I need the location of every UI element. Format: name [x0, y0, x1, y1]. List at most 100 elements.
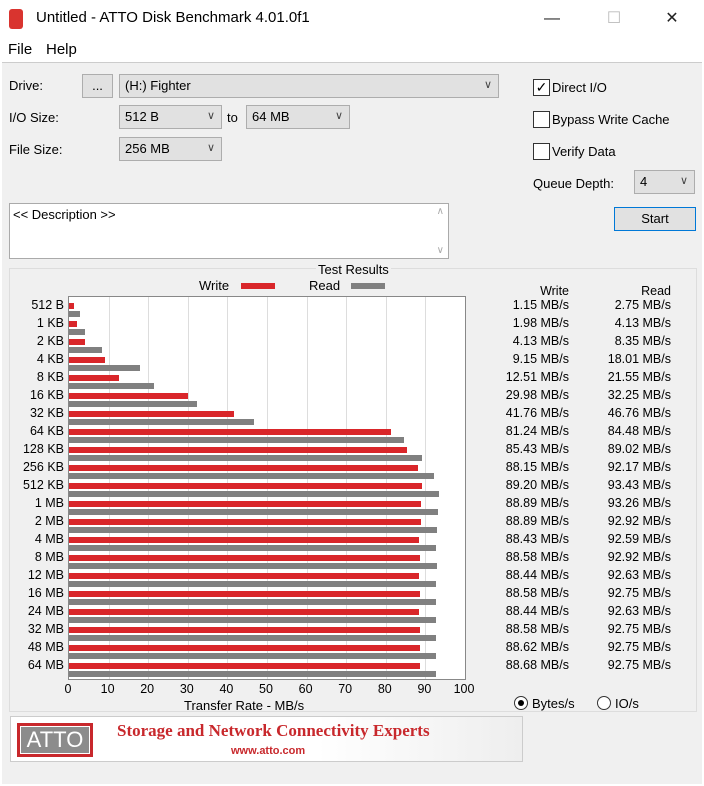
io-radio[interactable]: [597, 696, 611, 710]
queue-depth-label: Queue Depth:: [533, 176, 614, 191]
io-size-row-label: 2 KB: [36, 334, 64, 348]
file-size-label: File Size:: [9, 142, 63, 157]
x-axis-label: Transfer Rate - MB/s: [184, 698, 305, 713]
atto-logo: ATTO: [17, 723, 93, 757]
drive-select[interactable]: (H:) Fighter ∨: [119, 74, 499, 98]
read-bar: [69, 383, 155, 389]
legend-write-label: Write: [199, 278, 230, 293]
maximize-button[interactable]: ☐: [594, 6, 634, 32]
write-bar: [69, 429, 391, 435]
chevron-down-icon: ∨: [679, 175, 688, 187]
read-value: 92.63 MB/s: [607, 568, 671, 582]
read-value: 46.76 MB/s: [607, 406, 671, 420]
read-value: 4.13 MB/s: [614, 316, 671, 330]
io-size-row-label: 128 KB: [22, 442, 64, 456]
scroll-up-icon[interactable]: ∧: [437, 206, 444, 217]
io-size-row-label: 256 KB: [22, 460, 64, 474]
menu-help[interactable]: Help: [46, 41, 77, 58]
queue-depth-select[interactable]: 4 ∨: [634, 170, 695, 194]
write-value: 41.76 MB/s: [505, 406, 569, 420]
write-value: 88.89 MB/s: [505, 496, 569, 510]
file-size-select[interactable]: 256 MB ∨: [119, 137, 222, 161]
read-bar: [69, 455, 422, 461]
write-value: 29.98 MB/s: [505, 388, 569, 402]
menu-file[interactable]: File: [8, 41, 32, 58]
read-bar: [69, 347, 103, 353]
description-text: << Description >>: [13, 207, 116, 222]
start-button[interactable]: Start: [614, 207, 696, 231]
scroll-down-icon[interactable]: ∨: [437, 245, 444, 256]
read-bar: [69, 599, 437, 605]
read-value: 21.55 MB/s: [607, 370, 671, 384]
window-title: Untitled - ATTO Disk Benchmark 4.01.0f1: [36, 9, 310, 26]
read-bar: [69, 365, 141, 371]
write-bar: [69, 555, 420, 561]
description-textarea[interactable]: << Description >> ∧ ∨: [9, 203, 449, 259]
write-value: 88.15 MB/s: [505, 460, 569, 474]
read-bar: [69, 509, 439, 515]
banner-tagline: Storage and Network Connectivity Experts: [117, 721, 430, 740]
io-size-row-label: 1 KB: [36, 316, 64, 330]
write-value: 1.15 MB/s: [512, 298, 569, 312]
read-bar: [69, 473, 434, 479]
io-label: IO/s: [615, 696, 639, 711]
write-value: 88.58 MB/s: [505, 622, 569, 636]
io-size-row-label: 1 MB: [34, 496, 64, 510]
x-tick-label: 80: [377, 682, 392, 696]
write-bar: [69, 375, 119, 381]
io-size-row-label: 4 MB: [34, 532, 64, 546]
write-value: 88.68 MB/s: [505, 658, 569, 672]
bypass-write-cache-checkbox[interactable]: [533, 111, 550, 128]
atto-banner[interactable]: ATTO Storage and Network Connectivity Ex…: [10, 716, 523, 762]
read-value: 92.75 MB/s: [607, 640, 671, 654]
read-bar: [69, 563, 437, 569]
write-bar: [69, 501, 421, 507]
read-value: 8.35 MB/s: [614, 334, 671, 348]
write-bar: [69, 393, 188, 399]
write-bar: [69, 357, 106, 363]
read-bar: [69, 581, 436, 587]
io-size-row-label: 8 MB: [34, 550, 64, 564]
chevron-down-icon: ∨: [334, 110, 343, 122]
write-value: 88.58 MB/s: [505, 550, 569, 564]
io-size-row-label: 24 MB: [27, 604, 64, 618]
io-size-to-select[interactable]: 64 MB ∨: [246, 105, 350, 129]
read-bar: [69, 437, 404, 443]
io-size-row-label: 512 KB: [22, 478, 64, 492]
write-value: 88.44 MB/s: [505, 568, 569, 582]
browse-button[interactable]: ...: [82, 74, 113, 98]
legend-read-label: Read: [309, 278, 341, 293]
io-to-label: to: [227, 110, 238, 125]
write-value: 12.51 MB/s: [505, 370, 569, 384]
direct-io-checkbox[interactable]: ✓: [533, 79, 550, 96]
read-value: 93.26 MB/s: [607, 496, 671, 510]
io-size-label: I/O Size:: [9, 110, 59, 125]
io-to-value: 64 MB: [252, 109, 290, 124]
io-size-row-label: 12 MB: [27, 568, 64, 582]
bytes-radio[interactable]: [514, 696, 528, 710]
bytes-label: Bytes/s: [532, 696, 575, 711]
x-tick-label: 0: [64, 682, 72, 696]
x-tick-label: 100: [453, 682, 475, 696]
minimize-button[interactable]: —: [532, 6, 572, 32]
write-value: 89.20 MB/s: [505, 478, 569, 492]
write-bar: [69, 465, 419, 471]
read-bar: [69, 311, 80, 317]
read-bar: [69, 329, 86, 335]
write-bar: [69, 303, 74, 309]
write-value: 4.13 MB/s: [512, 334, 569, 348]
verify-data-checkbox[interactable]: [533, 143, 550, 160]
x-tick-label: 50: [259, 682, 273, 696]
read-value: 2.75 MB/s: [614, 298, 671, 312]
write-value: 88.62 MB/s: [505, 640, 569, 654]
read-value: 92.17 MB/s: [607, 460, 671, 474]
write-bar: [69, 645, 420, 651]
read-value: 92.92 MB/s: [607, 514, 671, 528]
write-bar: [69, 537, 420, 543]
read-bar: [69, 491, 439, 497]
io-size-row-label: 4 KB: [36, 352, 64, 366]
legend-read-swatch: [351, 283, 385, 289]
io-size-from-select[interactable]: 512 B ∨: [119, 105, 222, 129]
write-value: 88.89 MB/s: [505, 514, 569, 528]
close-button[interactable]: ✕: [652, 6, 692, 32]
